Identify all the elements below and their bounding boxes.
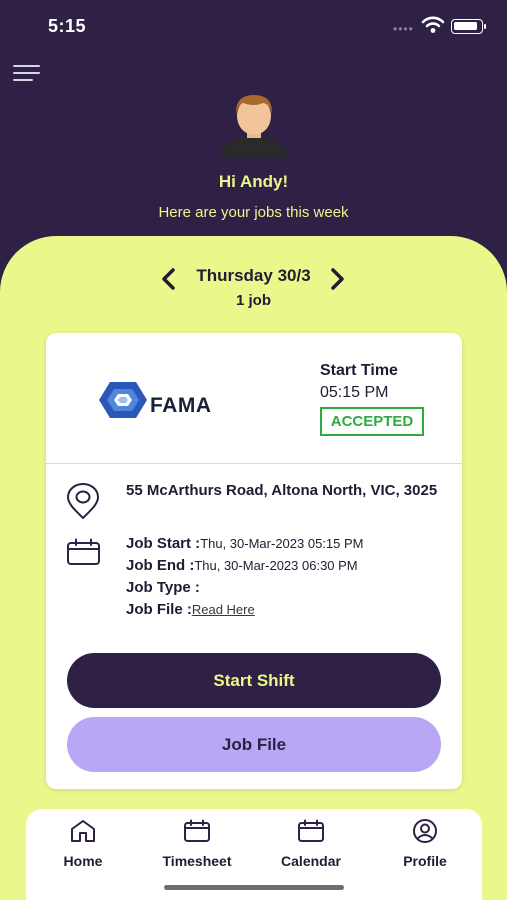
start-time-label: Start Time	[320, 362, 398, 379]
fama-hexagon-logo	[99, 382, 147, 418]
job-start-label: Job Start :	[126, 535, 201, 552]
user-avatar-icon	[220, 95, 288, 158]
tab-timesheet-label: Timesheet	[162, 853, 232, 869]
job-type-row: Job Type :	[126, 579, 200, 597]
start-time-value: 05:15 PM	[320, 384, 389, 401]
wifi-icon	[421, 16, 445, 33]
tab-calendar-label: Calendar	[281, 853, 341, 869]
profile-icon	[413, 819, 437, 843]
day-label: Thursday 30/3	[196, 266, 311, 285]
timesheet-icon	[184, 819, 210, 842]
status-time: 5:15	[48, 16, 87, 36]
battery-tip	[484, 24, 486, 29]
company-name: FAMA	[150, 394, 212, 417]
job-address: 55 McArthurs Road, Altona North, VIC, 30…	[126, 482, 438, 499]
job-end-row: Job End :Thu, 30-Mar-2023 06:30 PM	[126, 557, 358, 575]
job-type-label: Job Type :	[126, 579, 200, 596]
start-shift-button[interactable]: Start Shift	[67, 653, 441, 708]
status-bar: 5:15 ••••	[0, 0, 507, 56]
tab-calendar[interactable]: Calendar	[261, 819, 361, 879]
greeting-subtitle: Here are your jobs this week	[158, 204, 349, 221]
job-start-value: Thu, 30-Mar-2023 05:15 PM	[200, 536, 364, 551]
job-card-header: FAMA Start Time 05:15 PM ACCEPTED	[46, 333, 462, 464]
read-here-link[interactable]: Read Here	[192, 602, 255, 617]
tab-profile[interactable]: Profile	[375, 819, 475, 879]
job-start-row: Job Start :Thu, 30-Mar-2023 05:15 PM	[126, 535, 364, 553]
home-icon	[71, 820, 95, 842]
tab-home-label: Home	[63, 853, 103, 869]
tab-timesheet[interactable]: Timesheet	[147, 819, 247, 879]
job-card[interactable]: FAMA Start Time 05:15 PM ACCEPTED 55 McA…	[46, 333, 462, 789]
chevron-right-icon[interactable]	[326, 267, 348, 291]
job-file-label: Job File :	[126, 601, 192, 618]
hamburger-menu-icon[interactable]	[13, 62, 43, 84]
calendar-icon	[67, 538, 100, 565]
tab-home[interactable]: Home	[33, 819, 133, 879]
day-navigator: Thursday 30/3	[0, 266, 507, 292]
calendar-icon	[298, 819, 324, 842]
job-end-label: Job End :	[126, 557, 195, 574]
location-pin-icon	[67, 483, 99, 519]
status-badge: ACCEPTED	[320, 407, 424, 436]
greeting-text: Hi Andy!	[218, 172, 289, 191]
job-count: 1 job	[235, 292, 271, 309]
job-file-button[interactable]: Job File	[67, 717, 441, 772]
tab-profile-label: Profile	[403, 853, 447, 869]
home-indicator[interactable]	[164, 885, 344, 890]
signal-dots-icon: ••••	[393, 22, 414, 36]
job-end-value: Thu, 30-Mar-2023 06:30 PM	[194, 558, 358, 573]
job-file-row: Job File :Read Here	[126, 601, 255, 619]
battery-icon	[451, 19, 483, 34]
